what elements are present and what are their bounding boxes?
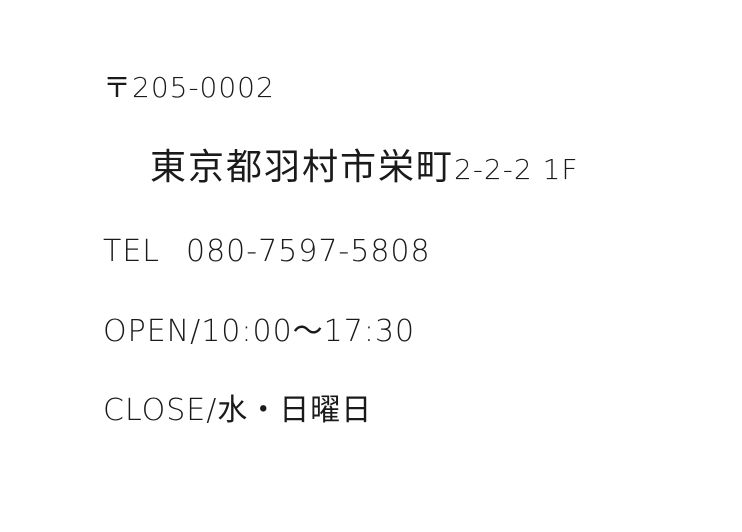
telephone: TEL 080-7597-5808 [103, 237, 431, 267]
closed-days: CLOSE/水・日曜日 [103, 393, 373, 428]
address-kanji: 東京都羽村市栄町 [150, 147, 455, 188]
tel-label: TEL [103, 234, 160, 269]
shop-info-card: 〒205-0002 東京都羽村市栄町2-2-2 1F TEL 080-7597-5… [0, 0, 742, 532]
address: 東京都羽村市栄町2-2-2 1F [150, 150, 579, 186]
postal-code: 〒205-0002 [103, 71, 275, 104]
address-number: 2-2-2 1F [454, 153, 579, 186]
tel-number: 080-7597-5808 [186, 234, 431, 269]
open-hours: OPEN/10:00～17:30 [103, 314, 416, 349]
